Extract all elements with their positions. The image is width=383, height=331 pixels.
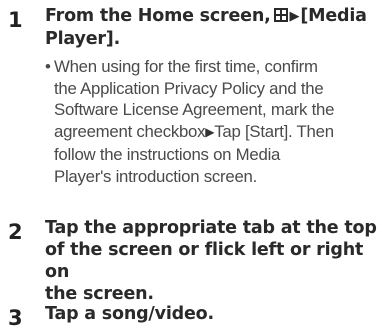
note-line: agreement checkbox — [54, 122, 206, 142]
step-title-text: From the Home screen, — [45, 6, 271, 26]
note-line: follow the instructions on Media — [54, 144, 281, 164]
step-number: 1 — [8, 8, 23, 32]
step-title-text: Tap a song/video. — [45, 304, 214, 324]
step-title-text: Tap the appropriate tab at the top — [45, 218, 377, 238]
step-title-text: of the screen or flick left or right on — [45, 240, 364, 282]
bullet-icon: • — [45, 57, 51, 76]
note-line: the Application Privacy Policy and the — [54, 78, 324, 98]
note-line: Software License Agreement, mark the — [54, 100, 335, 120]
note-line: When using for the first time, confirm — [54, 57, 318, 76]
step-title-text: Player]. — [45, 29, 121, 49]
grid-menu-icon — [273, 8, 288, 22]
note-line: Tap [Start]. Then — [214, 122, 334, 142]
step-title: Tap the appropriate tab at the top of th… — [45, 217, 377, 305]
step-title-text: the screen. — [45, 284, 154, 304]
arrow-right-icon: ▶ — [289, 9, 300, 24]
step-title: Tap a song/video. — [45, 303, 377, 325]
note-line: Player's introduction screen. — [54, 166, 258, 186]
step-number: 3 — [8, 306, 23, 330]
step-title-text: [Media — [300, 6, 367, 26]
step-title: From the Home screen, ▶[Media Player]. — [45, 5, 377, 50]
step-number: 2 — [8, 220, 23, 244]
step-note: • When using for the first time, confirm… — [45, 56, 380, 187]
arrow-right-icon: ▶ — [205, 125, 215, 140]
